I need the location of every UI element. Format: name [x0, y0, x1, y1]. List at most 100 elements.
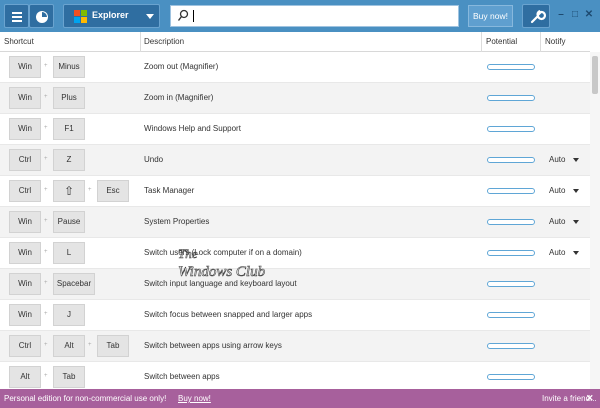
potential-bar: [487, 219, 535, 225]
explorer-dropdown[interactable]: Explorer: [63, 4, 160, 28]
plus-separator: +: [44, 280, 48, 286]
watermark-line2: Windows Club: [178, 264, 266, 280]
plus-separator: +: [44, 311, 48, 317]
column-shortcut[interactable]: Shortcut: [4, 37, 34, 46]
table-row[interactable]: Win + F1 Windows Help and Support: [0, 114, 590, 145]
key-cap: Alt: [53, 335, 85, 357]
maximize-icon[interactable]: □: [570, 10, 580, 20]
column-potential[interactable]: Potential: [486, 37, 517, 46]
plus-separator: +: [44, 187, 48, 193]
explorer-label: Explorer: [92, 10, 129, 20]
shortcut-description: Switch focus between snapped and larger …: [144, 310, 313, 319]
wrench-icon: [530, 9, 547, 24]
key-cap: Win: [9, 242, 41, 264]
potential-bar: [487, 281, 535, 287]
shortcut-description: Task Manager: [144, 186, 195, 195]
table-row[interactable]: Win + Plus Zoom in (Magnifier): [0, 83, 590, 114]
column-divider: [540, 32, 541, 52]
potential-bar: [487, 157, 535, 163]
minimize-icon[interactable]: –: [556, 10, 566, 20]
key-cap: Ctrl: [9, 149, 41, 171]
key-cap: Esc: [97, 180, 129, 202]
shortcut-description: Zoom out (Magnifier): [144, 62, 219, 71]
key-cap: Z: [53, 149, 85, 171]
chevron-down-icon[interactable]: [573, 251, 579, 255]
close-icon[interactable]: ✕: [584, 10, 594, 20]
key-cap: Ctrl: [9, 335, 41, 357]
table-row[interactable]: Ctrl + Z Undo Auto: [0, 145, 590, 176]
table-row[interactable]: Alt + Tab Switch between apps: [0, 362, 590, 389]
shortcut-description: Switch between apps: [144, 372, 220, 381]
notify-select[interactable]: Auto: [549, 217, 565, 226]
potential-bar: [487, 250, 535, 256]
potential-bar: [487, 95, 535, 101]
key-cap: Win: [9, 273, 41, 295]
plus-separator: +: [44, 63, 48, 69]
column-divider: [481, 32, 482, 52]
table-row[interactable]: Win + J Switch focus between snapped and…: [0, 300, 590, 331]
table-row[interactable]: Win + Minus Zoom out (Magnifier): [0, 52, 590, 83]
plus-separator: +: [44, 342, 48, 348]
toolbar: Explorer Buy now! – □ ✕: [0, 0, 600, 32]
menu-icon: [12, 12, 22, 22]
table-row[interactable]: Ctrl + ⇧ + Esc Task Manager Auto: [0, 176, 590, 207]
history-button[interactable]: [29, 4, 54, 28]
column-header: Shortcut Description Potential Notify: [0, 32, 590, 52]
potential-bar: [487, 343, 535, 349]
shortcut-description: System Properties: [144, 217, 210, 226]
key-cap: Plus: [53, 87, 85, 109]
key-cap: Win: [9, 118, 41, 140]
notify-select[interactable]: Auto: [549, 186, 565, 195]
notify-select[interactable]: Auto: [549, 248, 565, 257]
key-cap: Win: [9, 87, 41, 109]
plus-separator: +: [88, 187, 92, 193]
potential-bar: [487, 312, 535, 318]
search-input[interactable]: [170, 5, 459, 27]
watermark-logo: The Windows Club: [178, 246, 266, 281]
column-notify[interactable]: Notify: [545, 37, 565, 46]
chevron-down-icon[interactable]: [573, 189, 579, 193]
plus-separator: +: [44, 125, 48, 131]
potential-bar: [487, 188, 535, 194]
watermark-line1: The: [178, 246, 198, 261]
shortcut-description: Windows Help and Support: [144, 124, 241, 133]
key-cap: J: [53, 304, 85, 326]
key-cap: Ctrl: [9, 180, 41, 202]
key-cap: L: [53, 242, 85, 264]
shortcut-description: Undo: [144, 155, 164, 164]
plus-separator: +: [44, 373, 48, 379]
table-row[interactable]: Ctrl + Alt + Tab Switch between apps usi…: [0, 331, 590, 362]
key-cap: Pause: [53, 211, 85, 233]
key-cap: Minus: [53, 56, 85, 78]
column-description[interactable]: Description: [144, 37, 184, 46]
shift-key-icon: ⇧: [53, 180, 85, 202]
plus-separator: +: [44, 218, 48, 224]
clock-icon: [36, 11, 48, 23]
key-cap: Spacebar: [53, 273, 95, 295]
key-cap: Tab: [53, 366, 85, 388]
search-icon: [177, 9, 189, 21]
chevron-down-icon: [146, 14, 154, 19]
chevron-down-icon[interactable]: [573, 158, 579, 162]
footer-buy-link[interactable]: Buy now!: [178, 394, 211, 403]
settings-button[interactable]: [522, 4, 550, 28]
menu-button[interactable]: [4, 4, 29, 28]
buy-now-button[interactable]: Buy now!: [468, 5, 513, 27]
scrollbar-thumb[interactable]: [592, 56, 598, 94]
windows-logo-icon: [74, 10, 88, 23]
close-icon[interactable]: ✕: [586, 393, 594, 404]
key-cap: Win: [9, 211, 41, 233]
scrollbar[interactable]: [590, 52, 600, 389]
text-cursor: [193, 10, 194, 22]
shortcut-description: Switch between apps using arrow keys: [144, 341, 282, 350]
table-row[interactable]: Win + Pause System Properties Auto: [0, 207, 590, 238]
potential-bar: [487, 64, 535, 70]
potential-bar: [487, 126, 535, 132]
potential-bar: [487, 374, 535, 380]
plus-separator: +: [44, 94, 48, 100]
key-cap: F1: [53, 118, 85, 140]
notify-select[interactable]: Auto: [549, 155, 565, 164]
chevron-down-icon[interactable]: [573, 220, 579, 224]
plus-separator: +: [44, 249, 48, 255]
key-cap: Tab: [97, 335, 129, 357]
